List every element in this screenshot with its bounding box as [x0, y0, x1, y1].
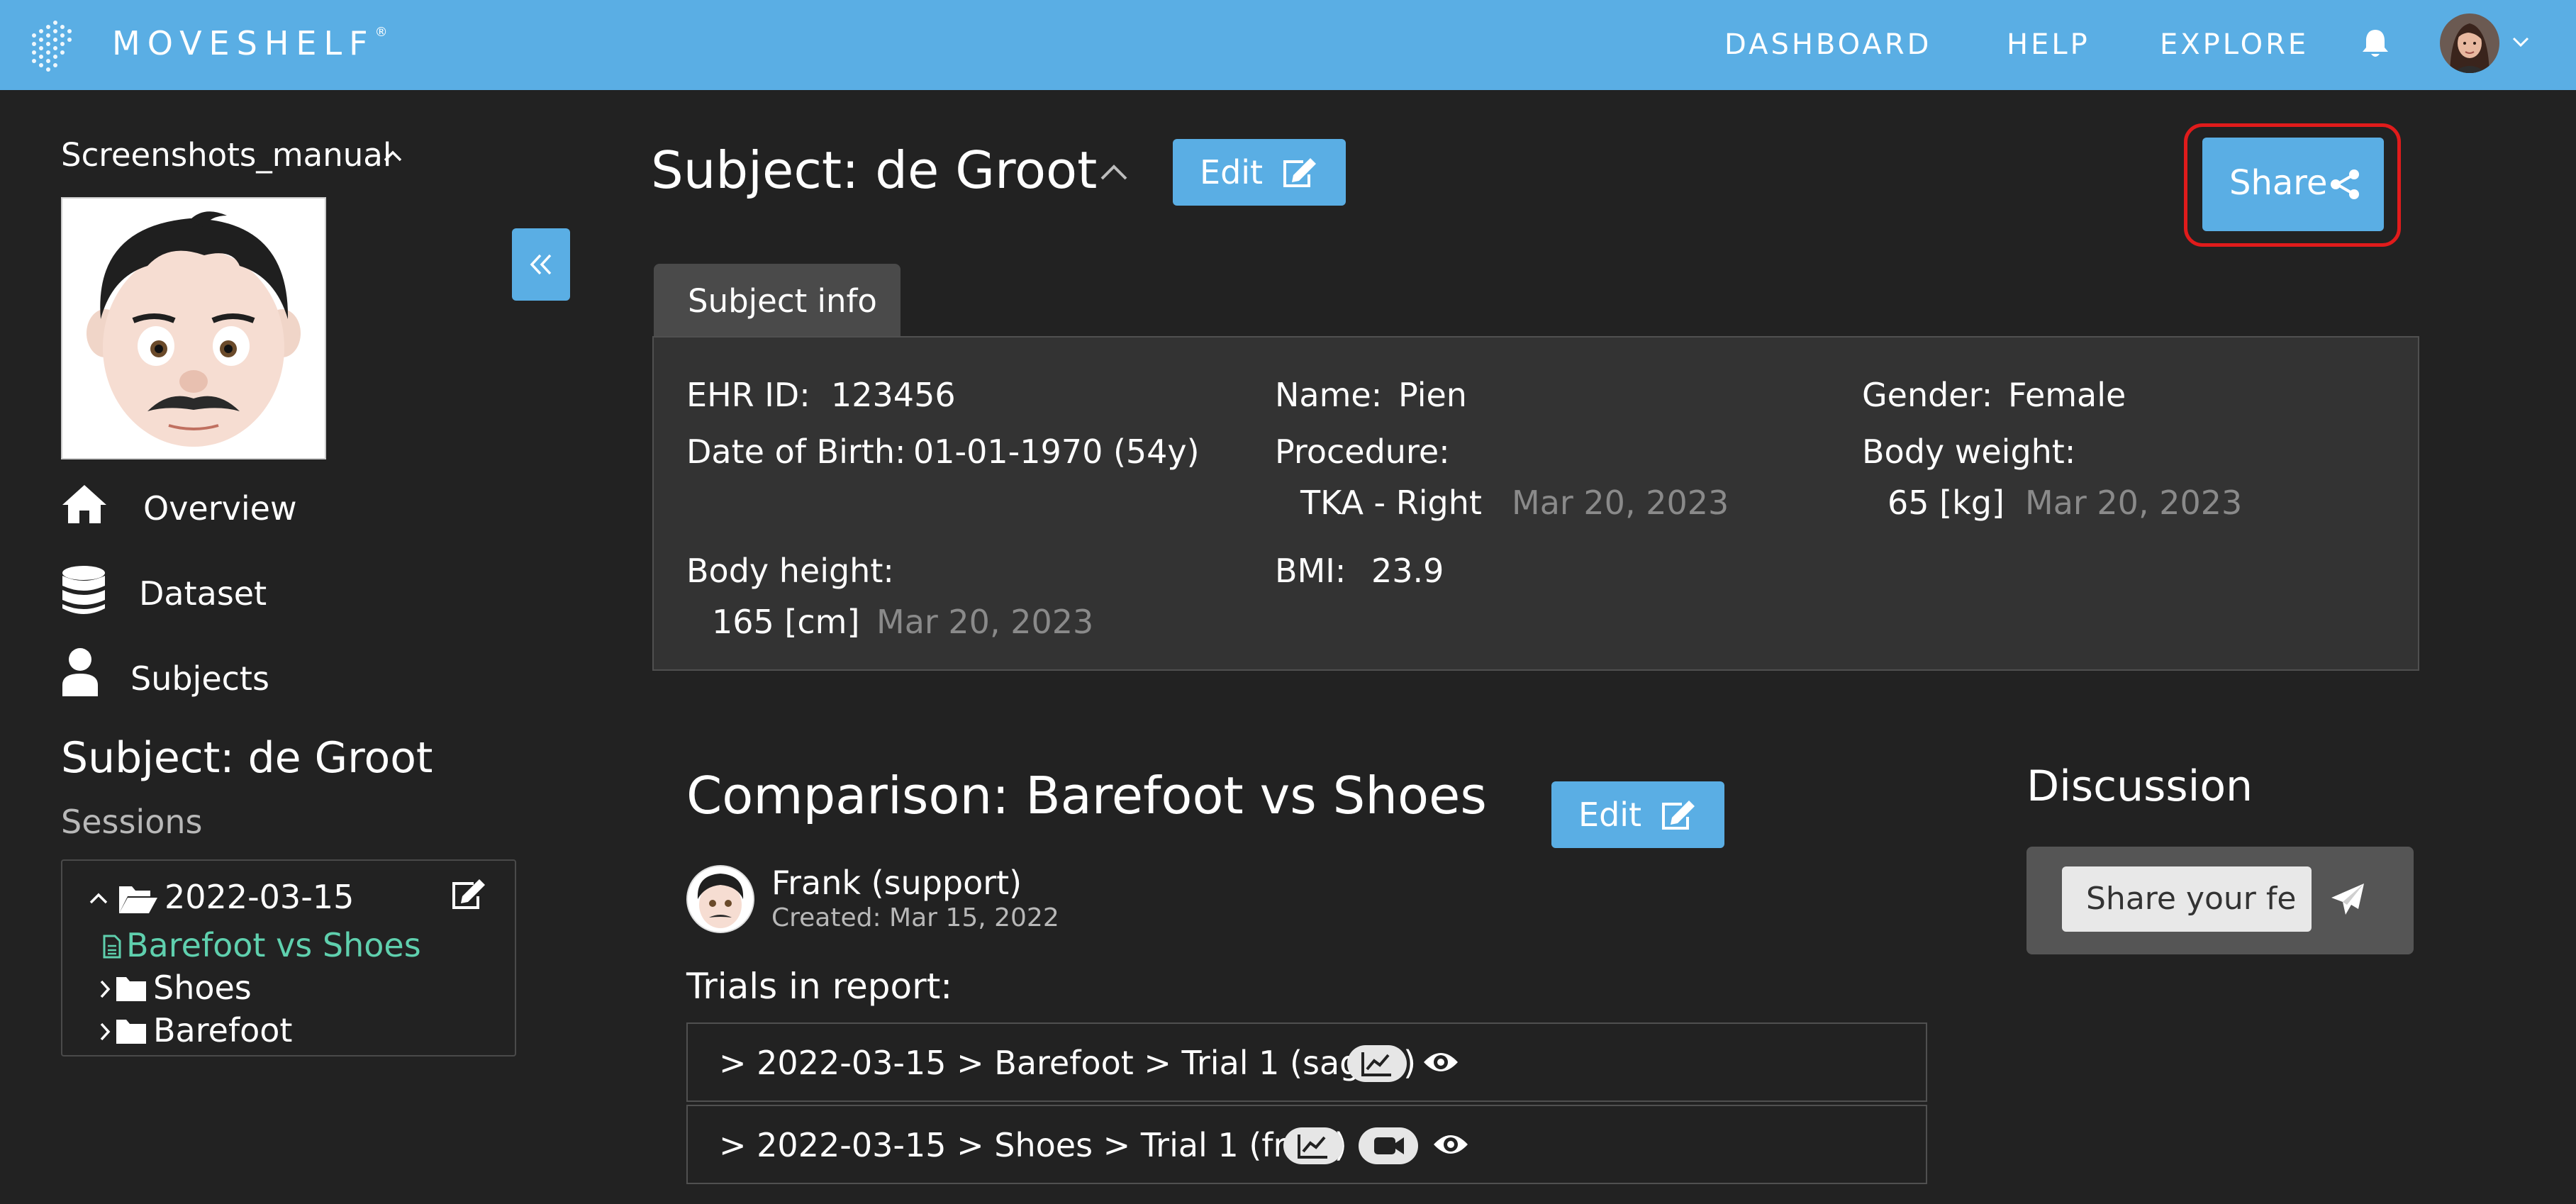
sidebar-item-dataset[interactable]: Dataset [61, 564, 330, 621]
double-chevron-left-icon [530, 254, 552, 275]
gender-value: Female [2008, 376, 2126, 414]
procedure-value: TKA - Right [1300, 484, 1482, 522]
sidebar-item-overview[interactable]: Overview [61, 482, 330, 533]
folder-icon [115, 1017, 147, 1045]
tab-subject-info[interactable]: Subject info [654, 264, 901, 336]
chevron-up-icon[interactable] [1098, 162, 1130, 183]
home-icon [61, 484, 108, 523]
edit-label: Edit [1200, 153, 1264, 191]
sidebar-subject-heading: Subject: de Groot [61, 733, 433, 783]
sidebar-item-subjects[interactable]: Subjects [61, 647, 330, 703]
gender-label: Gender: [1862, 376, 1993, 414]
collapse-sidebar-button[interactable] [512, 228, 570, 301]
procedure-date: Mar 20, 2023 [1512, 484, 1729, 522]
height-label: Body height: [686, 552, 894, 590]
nav-dashboard-link[interactable]: DASHBOARD [1724, 28, 1931, 61]
weight-value: 65 [kg] [1888, 484, 2005, 522]
bell-icon[interactable] [2360, 27, 2391, 60]
ehr-value: 123456 [831, 376, 956, 414]
tree-folder-label: Shoes [153, 969, 252, 1007]
bmi-value: 23.9 [1371, 552, 1444, 590]
project-avatar [61, 197, 326, 459]
folder-icon [115, 974, 147, 1003]
video-icon[interactable] [1359, 1127, 1418, 1164]
share-button[interactable]: Share [2202, 138, 2384, 231]
chevron-up-icon [88, 891, 109, 906]
sessions-label: Sessions [61, 803, 203, 841]
trials-label: Trials in report: [686, 966, 953, 1007]
edit-icon [1659, 800, 1696, 831]
edit-subject-button[interactable]: Edit [1173, 139, 1346, 206]
tree-session-label: 2022-03-15 [165, 878, 355, 916]
tree-folder-shoes[interactable]: Shoes [98, 967, 467, 1010]
sidebar-item-label: Subjects [130, 659, 269, 698]
database-icon [61, 564, 106, 615]
brand-name[interactable]: MOVESHELF® [112, 24, 388, 62]
procedure-label: Procedure: [1275, 433, 1450, 471]
edit-session-icon[interactable] [450, 878, 486, 910]
weight-date: Mar 20, 2023 [2025, 484, 2243, 522]
page-title: Subject: de Groot [651, 140, 1098, 200]
edit-label: Edit [1578, 796, 1642, 834]
discussion-composer: Share your fe [2026, 847, 2414, 954]
eye-icon[interactable] [1432, 1130, 1469, 1159]
top-navigation-bar: MOVESHELF® DASHBOARD HELP EXPLORE [0, 0, 2576, 90]
created-date: Created: Mar 15, 2022 [771, 903, 1059, 932]
chart-icon[interactable] [1347, 1045, 1407, 1082]
project-name[interactable]: Screenshots_manual [61, 136, 391, 174]
edit-icon [1281, 157, 1317, 189]
tree-folder-barefoot[interactable]: Barefoot [98, 1010, 467, 1052]
chevron-right-icon [98, 1021, 112, 1042]
send-icon[interactable] [2330, 882, 2365, 918]
weight-label: Body weight: [1862, 433, 2076, 471]
dob-value: 01-01-1970 (54y) [913, 433, 1200, 471]
tab-label: Subject info [688, 282, 877, 320]
chart-icon[interactable] [1283, 1127, 1343, 1164]
discussion-input[interactable]: Share your fe [2062, 866, 2312, 932]
discussion-placeholder: Share your fe [2086, 881, 2297, 917]
trial-row[interactable]: > 2022-03-15 > Shoes > Trial 1 (fro li) [686, 1105, 1927, 1184]
dob-label: Date of Birth: [686, 433, 906, 471]
chevron-up-icon[interactable] [381, 147, 404, 165]
nav-help-link[interactable]: HELP [2007, 28, 2090, 61]
tree-report-label: Barefoot vs Shoes [126, 926, 421, 964]
folder-open-icon [118, 884, 159, 915]
subject-info-panel: EHR ID: 123456 Date of Birth: 01-01-1970… [652, 336, 2419, 671]
bmi-label: BMI: [1275, 552, 1346, 590]
share-label: Share [2229, 163, 2328, 203]
tree-folder-label: Barefoot [153, 1011, 293, 1049]
share-icon [2329, 169, 2361, 200]
name-value: Pien [1398, 376, 1467, 414]
sidebar-item-label: Dataset [139, 574, 267, 613]
discussion-title: Discussion [2026, 762, 2253, 811]
author-name: Frank (support) [771, 864, 1022, 902]
height-date: Mar 20, 2023 [876, 603, 1094, 641]
name-label: Name: [1275, 376, 1383, 414]
ehr-label: EHR ID: [686, 376, 810, 414]
nav-explore-link[interactable]: EXPLORE [2160, 28, 2309, 61]
user-avatar[interactable] [2440, 13, 2499, 73]
hexagon-logo-icon[interactable] [27, 14, 78, 75]
tree-session-row[interactable]: 2022-03-15 [88, 875, 457, 920]
session-tree: 2022-03-15 Barefoot vs Shoes Shoes Baref… [61, 859, 516, 1057]
trial-label: > 2022-03-15 > Barefoot > Trial 1 (sag r… [719, 1044, 1417, 1082]
chevron-right-icon [98, 979, 112, 1000]
brand-label: MOVESHELF [112, 24, 375, 62]
brand-trademark: ® [374, 24, 388, 40]
height-value: 165 [cm] [712, 603, 860, 641]
document-icon [102, 935, 122, 959]
tree-report-row[interactable]: Barefoot vs Shoes [102, 925, 471, 967]
sidebar-item-label: Overview [143, 489, 297, 528]
author-avatar [686, 865, 754, 933]
comparison-title: Comparison: Barefoot vs Shoes [686, 766, 1487, 825]
chevron-down-icon[interactable] [2510, 34, 2531, 50]
trial-row[interactable]: > 2022-03-15 > Barefoot > Trial 1 (sag r… [686, 1022, 1927, 1102]
user-icon [61, 647, 99, 696]
eye-icon[interactable] [1422, 1048, 1459, 1076]
trial-label: > 2022-03-15 > Shoes > Trial 1 (fro li) [719, 1126, 1347, 1164]
edit-comparison-button[interactable]: Edit [1551, 781, 1724, 848]
